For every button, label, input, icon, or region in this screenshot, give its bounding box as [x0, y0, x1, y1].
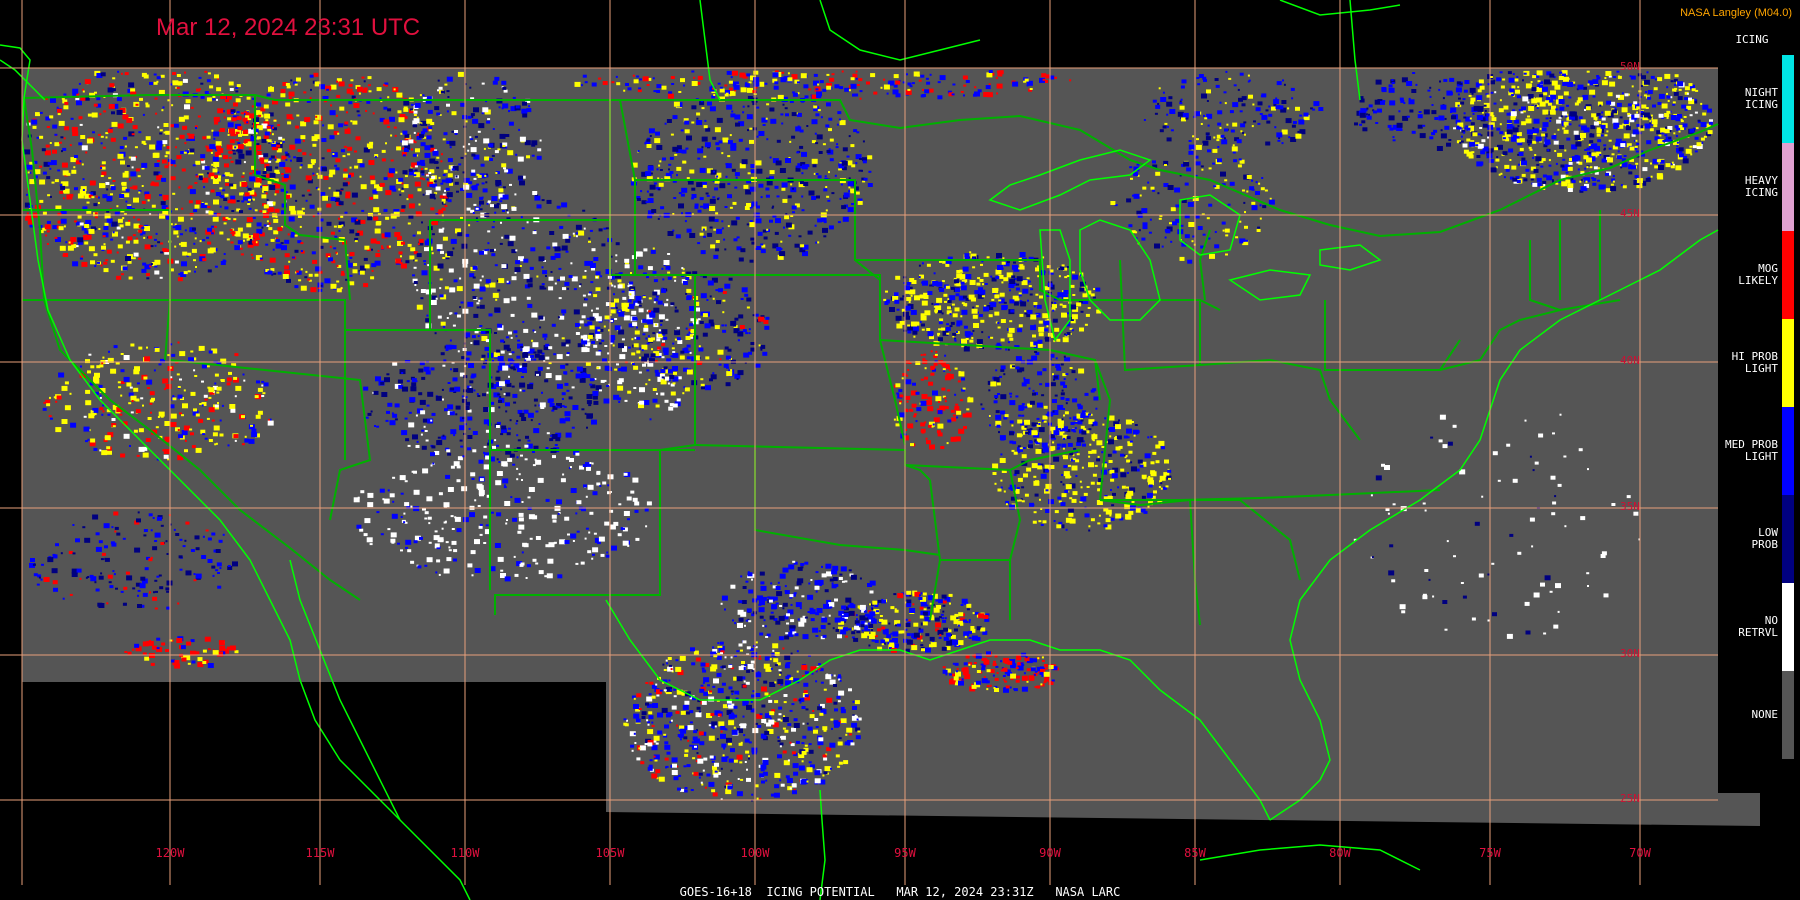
legend-label: LOW PROB [1751, 526, 1779, 551]
longitude-label: 90W [1039, 846, 1061, 860]
legend-label: HI PROB LIGHT [1731, 350, 1778, 375]
longitude-label: 70W [1629, 846, 1651, 860]
legend-label: NONE [1751, 708, 1779, 721]
icing-map [0, 0, 1760, 900]
legend-label: MED PROB LIGHT [1725, 438, 1778, 463]
icing-map-viewer: Mar 12, 2024 23:31 UTC NASA Langley (M04… [0, 0, 1800, 900]
legend-swatch [1782, 583, 1794, 671]
legend-label: NO RETRVL [1738, 614, 1778, 639]
legend-swatch [1782, 671, 1794, 759]
longitude-label: 115W [305, 846, 335, 860]
latitude-label: 35N [1620, 500, 1640, 513]
longitude-label: 100W [740, 846, 770, 860]
legend-label: MOG LIKELY [1738, 262, 1778, 287]
longitude-label: 95W [894, 846, 916, 860]
legend-swatch [1782, 495, 1794, 583]
longitude-label: 85W [1184, 846, 1206, 860]
legend-swatch [1782, 231, 1794, 319]
latitude-label: 40N [1620, 354, 1640, 367]
legend-swatch [1782, 319, 1794, 407]
latitude-label: 50N [1620, 60, 1640, 73]
legend-label: HEAVY ICING [1744, 174, 1778, 199]
longitude-label: 110W [450, 846, 480, 860]
legend-swatch [1782, 143, 1794, 231]
latitude-label: 45N [1620, 207, 1640, 220]
longitude-label: 120W [155, 846, 185, 860]
footer-caption: GOES-16+18 ICING POTENTIAL MAR 12, 2024 … [679, 885, 1121, 899]
longitude-label: 105W [595, 846, 625, 860]
legend-label: NIGHT ICING [1744, 86, 1778, 111]
longitude-label: 80W [1329, 846, 1351, 860]
credit-label: NASA Langley (M04.0) [1680, 7, 1792, 19]
timestamp-label: Mar 12, 2024 23:31 UTC [156, 14, 421, 41]
latitude-label: 30N [1620, 647, 1640, 660]
legend-swatch [1782, 407, 1794, 495]
latitude-label: 25N [1620, 792, 1640, 805]
longitude-label: 75W [1479, 846, 1501, 860]
legend-title: ICING [1735, 33, 1769, 46]
legend-swatch [1782, 55, 1794, 143]
